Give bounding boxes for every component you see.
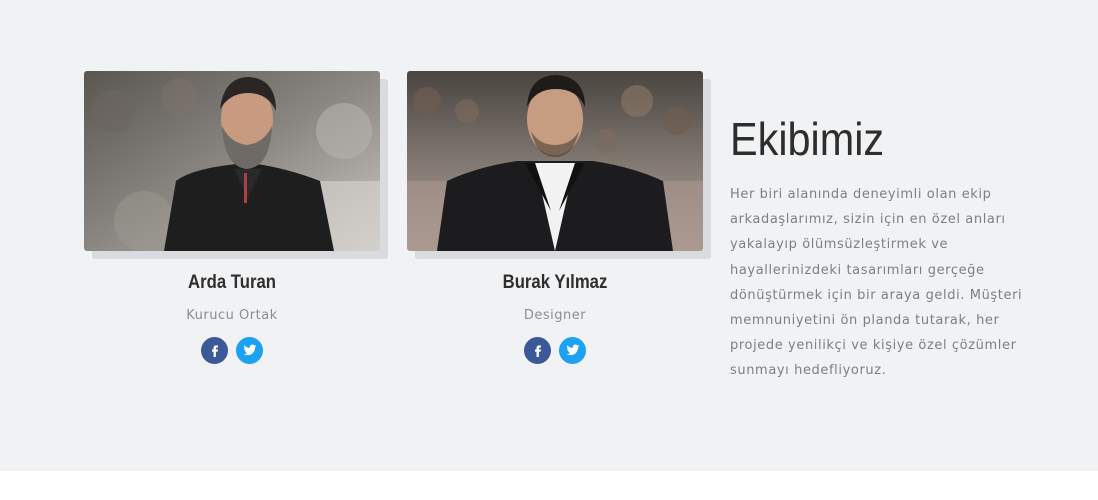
twitter-icon	[243, 344, 256, 356]
section-title: Ekibimiz	[730, 113, 885, 165]
team-card: Arda Turan Kurucu Ortak	[84, 71, 388, 364]
team-member-name: Burak Yılmaz	[502, 272, 608, 293]
twitter-button[interactable]	[236, 337, 263, 364]
team-member-photo	[407, 71, 703, 251]
twitter-icon	[566, 344, 579, 356]
team-member-role: Kurucu Ortak	[186, 308, 278, 323]
team-member-role: Designer	[523, 308, 587, 323]
team-section: Arda Turan Kurucu Ortak Burak Yılmaz Des…	[0, 0, 1098, 471]
twitter-button[interactable]	[559, 337, 586, 364]
facebook-button[interactable]	[201, 337, 228, 364]
social-links	[84, 337, 380, 364]
person-photo-man-dark-blazer	[407, 71, 703, 251]
team-member-name: Arda Turan	[188, 272, 276, 293]
team-card: Burak Yılmaz Designer	[407, 71, 711, 364]
person-photo-bearded-man-black-polo	[84, 71, 380, 251]
facebook-icon	[534, 345, 541, 357]
section-description: Her biri alanında deneyimli olan ekip ar…	[730, 187, 1023, 379]
facebook-icon	[211, 345, 218, 357]
team-member-photo	[84, 71, 380, 251]
team-photo-frame	[84, 71, 388, 259]
team-photo-frame	[407, 71, 711, 259]
social-links	[407, 337, 703, 364]
facebook-button[interactable]	[524, 337, 551, 364]
